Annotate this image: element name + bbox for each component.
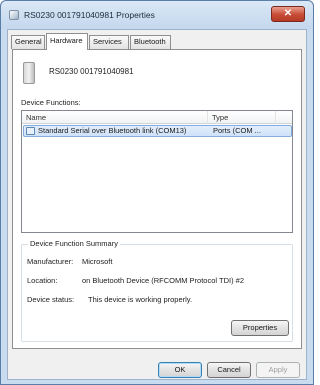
device-functions-list[interactable]: Name Type Standard Serial over Bluetooth… bbox=[21, 110, 293, 233]
device-function-summary: Device Function Summary Manufacturer: Mi… bbox=[21, 239, 293, 342]
properties-window: RS0230 001791040981 Properties ✕ General… bbox=[0, 0, 314, 385]
list-item-name: Standard Serial over Bluetooth link (COM… bbox=[38, 126, 187, 135]
location-label: Location: bbox=[27, 276, 58, 285]
device-name: RS0230 001791040981 bbox=[49, 67, 134, 76]
manufacturer-label: Manufacturer: bbox=[27, 257, 74, 266]
list-item[interactable]: Standard Serial over Bluetooth link (COM… bbox=[23, 125, 292, 137]
column-header-name[interactable]: Name bbox=[22, 111, 208, 124]
hardware-panel: RS0230 001791040981 Device Functions: Na… bbox=[12, 49, 302, 349]
window-title: RS0230 001791040981 Properties bbox=[24, 10, 155, 20]
manufacturer-value: Microsoft bbox=[82, 257, 113, 266]
device-status-value: This device is working properly. bbox=[88, 295, 193, 304]
device-status-label: Device status: bbox=[27, 295, 75, 304]
apply-button[interactable]: Apply bbox=[256, 362, 300, 378]
title-bar[interactable]: RS0230 001791040981 Properties ✕ bbox=[1, 1, 313, 29]
device-icon bbox=[23, 62, 35, 84]
tab-hardware[interactable]: Hardware bbox=[46, 33, 88, 50]
tab-bluetooth[interactable]: Bluetooth bbox=[130, 35, 171, 49]
column-header-type[interactable]: Type bbox=[208, 111, 276, 124]
list-item-type: Ports (COM ... bbox=[213, 126, 261, 135]
device-functions-label: Device Functions: bbox=[21, 98, 81, 107]
list-header: Name Type bbox=[22, 111, 292, 124]
summary-legend: Device Function Summary bbox=[28, 239, 120, 248]
port-icon bbox=[26, 127, 35, 135]
properties-button[interactable]: Properties bbox=[231, 320, 289, 336]
column-header-filler bbox=[276, 111, 292, 124]
ok-button[interactable]: OK bbox=[158, 362, 202, 378]
tab-general[interactable]: General bbox=[11, 35, 45, 49]
tab-services[interactable]: Services bbox=[89, 35, 129, 49]
window-icon bbox=[9, 10, 19, 20]
close-button[interactable]: ✕ bbox=[271, 6, 305, 22]
location-value: on Bluetooth Device (RFCOMM Protocol TDI… bbox=[82, 276, 245, 285]
cancel-button[interactable]: Cancel bbox=[207, 362, 251, 378]
dialog-client-area: General Hardware Services Bluetooth RS02… bbox=[7, 29, 307, 380]
